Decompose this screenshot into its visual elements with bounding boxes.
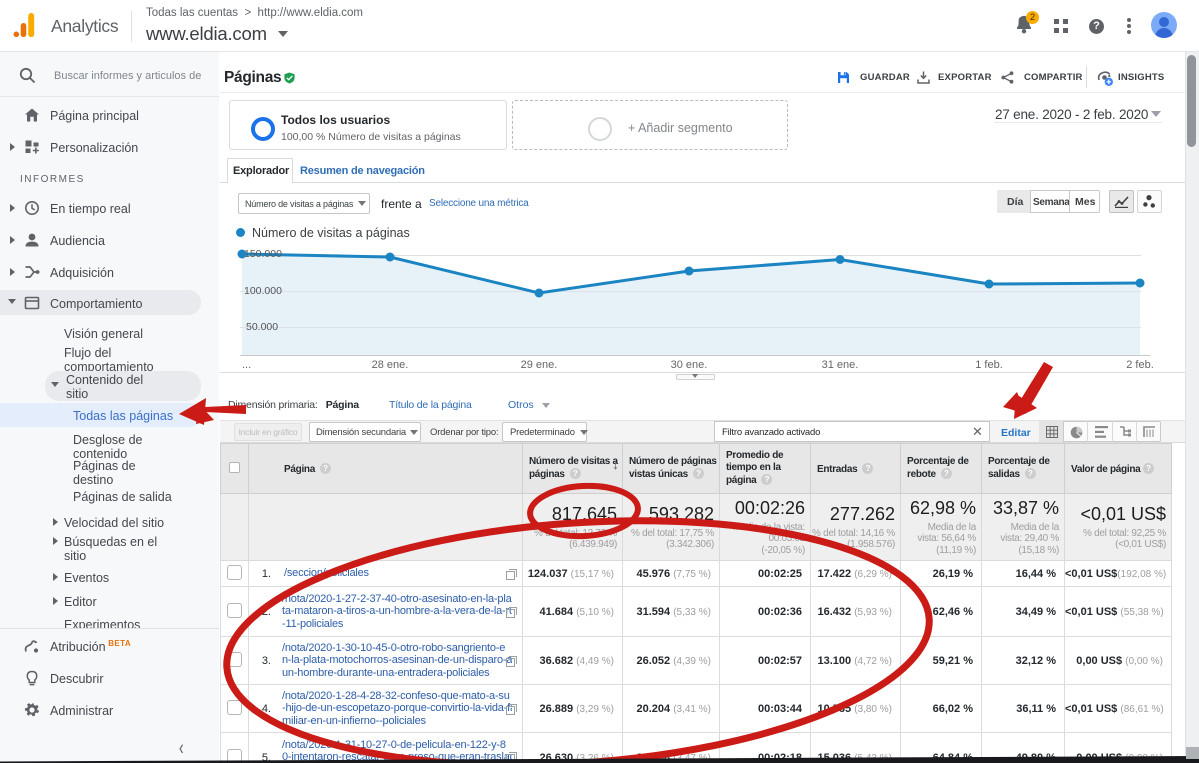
svg-text:29 ene.: 29 ene. [521,359,558,371]
svg-text:30 ene.: 30 ene. [671,359,708,371]
svg-text:150.000: 150.000 [244,248,282,260]
svg-text:50.000: 50.000 [246,321,278,333]
svg-text:28 ene.: 28 ene. [372,359,409,371]
svg-text:...: ... [242,359,251,371]
svg-text:2 feb.: 2 feb. [1126,359,1154,371]
svg-text:100.000: 100.000 [244,285,282,297]
svg-text:1 feb.: 1 feb. [975,359,1003,371]
svg-text:31 ene.: 31 ene. [822,359,859,371]
